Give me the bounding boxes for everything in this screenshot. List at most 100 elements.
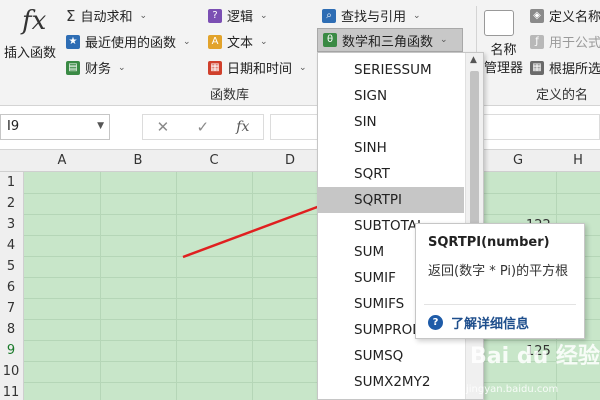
chevron-down-icon: ⌄ [260,36,268,47]
menu-item[interactable]: SUMSQ [318,343,464,369]
scroll-up-arrow-icon[interactable]: ▲ [470,55,477,65]
chevron-down-icon: ⌄ [139,10,148,21]
tooltip-title: SQRTPI(number) [428,235,550,250]
chevron-down-icon: ⌄ [260,10,268,21]
column-header-c[interactable]: C [176,153,252,168]
column-header-a[interactable]: A [24,153,100,168]
menu-item[interactable]: SIN [318,109,464,135]
row-header[interactable]: 10 [0,364,22,379]
learn-more-link[interactable]: ? 了解详细信息 [428,313,529,332]
insert-function-small-icon[interactable]: fx [236,119,249,135]
menu-item[interactable]: SUMX2MY2 [318,369,464,395]
lookup-label: 查找与引用 [341,10,407,25]
chevron-down-icon: ⌄ [440,35,448,45]
math-theta-icon: θ [323,33,337,47]
gridline [24,214,600,215]
grid-icon: ▦ [530,60,544,75]
cancel-icon[interactable]: ✕ [157,118,170,136]
gridline [24,193,600,194]
sigma-icon: Σ [66,6,76,25]
calendar-icon: ▦ [208,60,222,75]
formula-icon: ƒ [530,34,544,49]
row-header[interactable]: 11 [0,385,22,400]
logic-button[interactable]: ? 逻辑 ⌄ [208,6,268,25]
finance-book-icon: ▤ [66,60,80,75]
chevron-down-icon: ⌄ [183,36,191,47]
column-header-g[interactable]: G [480,153,556,168]
help-question-icon: ? [428,315,443,330]
row-header[interactable]: 8 [0,322,22,337]
column-header-h[interactable]: H [556,153,600,168]
row-header[interactable]: 6 [0,280,22,295]
gridline [100,172,101,400]
insert-function-icon[interactable]: fx [22,6,46,36]
chevron-down-icon: ⌄ [299,62,307,73]
recent-functions-button[interactable]: ★ 最近使用的函数 ⌄ [66,32,191,51]
gridline [252,172,253,400]
gridline [24,382,600,383]
row-header[interactable]: 5 [0,259,22,274]
name-manager-icon [484,10,514,36]
row-header[interactable]: 7 [0,301,22,316]
text-label: 文本 [227,36,254,51]
chevron-down-icon[interactable]: ▼ [97,121,104,131]
row-header[interactable]: 1 [0,175,22,190]
row-header[interactable]: 3 [0,217,22,232]
lookup-button[interactable]: ⌕ 查找与引用 ⌄ [322,6,421,25]
use-in-formula-button[interactable]: ƒ 用于公式 [530,32,600,51]
group-label-function-library: 函数库 [210,88,250,103]
row-headers: 1 2 3 4 5 6 7 8 9 10 11 [0,172,24,400]
gridline [176,172,177,400]
menu-item[interactable]: SERIESSUM [318,57,464,83]
ribbon: fx 插入函数 Σ 自动求和 ⌄ ★ 最近使用的函数 ⌄ ▤ 财务 ⌄ ? 逻辑… [0,0,600,122]
finance-button[interactable]: ▤ 财务 ⌄ [66,58,126,77]
column-headers: A B C D E F G H [0,150,600,172]
name-box[interactable]: I9 ▼ [0,114,110,140]
row-header[interactable]: 4 [0,238,22,253]
insert-function-button[interactable]: 插入函数 [4,42,56,61]
text-a-icon: A [208,34,222,49]
row-header-active[interactable]: 9 [0,343,22,358]
baidu-watermark: Bai du 经验 [470,344,600,369]
lookup-magnifier-icon: ⌕ [322,8,336,23]
datetime-label: 日期和时间 [227,62,293,77]
menu-item[interactable]: SIGN [318,83,464,109]
chevron-down-icon: ⌄ [118,62,126,73]
tag-icon: ◈ [530,8,544,23]
menu-item[interactable]: SQRT [318,161,464,187]
baidu-watermark-url: jingyan.baidu.com [466,384,559,395]
row-header[interactable]: 2 [0,196,22,211]
insert-function-label: 插入函数 [4,46,57,61]
tooltip-divider [424,304,576,305]
function-tooltip: SQRTPI(number) 返回(数字 * Pi)的平方根 ? 了解详细信息 [415,223,585,339]
enter-icon[interactable]: ✓ [196,118,209,136]
define-name-label: 定义名称 [549,10,600,25]
text-button[interactable]: A 文本 ⌄ [208,32,268,51]
recent-functions-label: 最近使用的函数 [85,36,177,51]
tooltip-description: 返回(数字 * Pi)的平方根 [428,264,569,279]
name-manager-line1: 名称 [490,43,517,58]
finance-label: 财务 [85,62,112,77]
name-box-value: I9 [7,119,20,134]
name-manager-button[interactable]: 名称 管理器 [484,42,523,78]
autosum-label: 自动求和 [80,10,133,25]
datetime-button[interactable]: ▦ 日期和时间 ⌄ [208,58,307,77]
define-name-button[interactable]: ◈ 定义名称 [530,6,600,25]
star-icon: ★ [66,34,80,49]
autosum-button[interactable]: Σ 自动求和 ⌄ [66,6,148,26]
formula-buttons: ✕ ✓ fx [142,114,264,140]
learn-more-label: 了解详细信息 [451,317,530,332]
logic-question-icon: ? [208,8,222,23]
menu-item[interactable]: SINH [318,135,464,161]
create-from-selection-label: 根据所选 [549,62,600,77]
create-from-selection-button[interactable]: ▦ 根据所选 [530,58,600,77]
math-trig-label: 数学和三角函数 [342,34,434,50]
use-in-formula-label: 用于公式 [549,36,600,51]
formula-bar: I9 ▼ ✕ ✓ fx [0,106,600,150]
column-header-b[interactable]: B [100,153,176,168]
logic-label: 逻辑 [227,10,254,25]
menu-item-selected[interactable]: SQRTPI [318,187,464,213]
chevron-down-icon: ⌄ [413,10,421,21]
math-trig-button[interactable]: θ 数学和三角函数 ⌄ [317,28,463,52]
name-manager-line2: 管理器 [484,61,524,76]
